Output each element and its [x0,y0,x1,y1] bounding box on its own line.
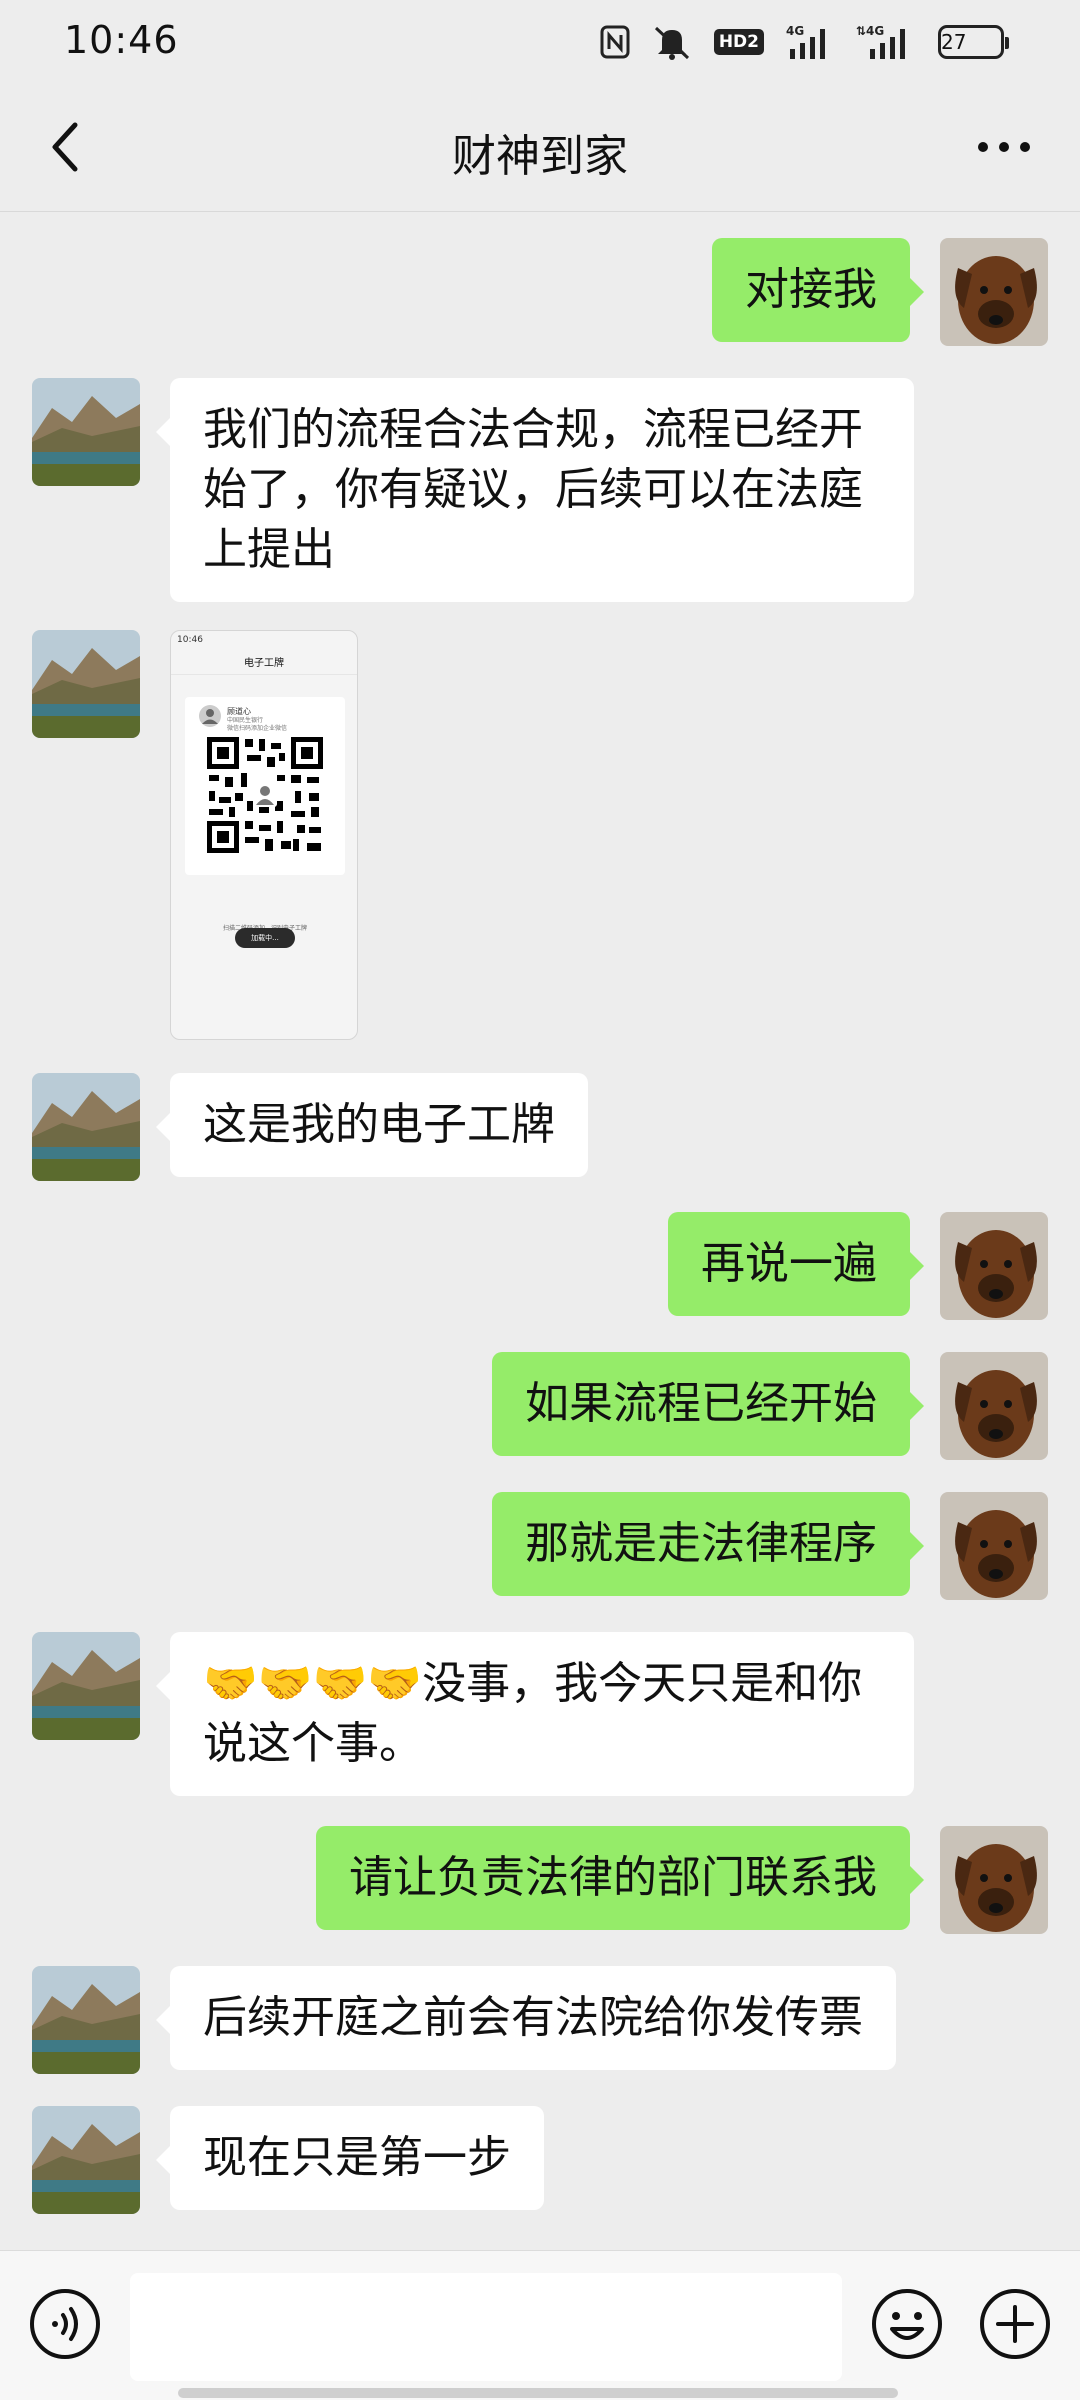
home-indicator[interactable] [178,2388,898,2398]
mute-icon [652,24,692,60]
status-bar: 10:46 HD2 4G ⇅4G 27 [0,0,1080,82]
message-bubble-incoming[interactable]: 这是我的电子工牌 [156,1073,588,1177]
contact-avatar[interactable] [32,630,140,738]
image-status-time: 10:46 [177,635,203,645]
contact-avatar[interactable] [32,1073,140,1181]
voice-button[interactable] [28,2287,102,2361]
message-bubble-outgoing[interactable]: 请让负责法律的部门联系我 [316,1826,924,1930]
my-avatar[interactable] [940,1352,1048,1460]
message-bubble-outgoing[interactable]: 对接我 [712,238,924,342]
battery-icon: 27 [938,25,1009,59]
message-bubble-incoming[interactable]: 🤝🤝🤝🤝没事，我今天只是和你说这个事。 [156,1632,914,1796]
svg-text:⇅4G: ⇅4G [856,24,884,38]
status-time: 10:46 [64,18,179,62]
image-message[interactable]: 10:46 电子工牌 顾道心 中国民生银行 微信扫码添加企业微信 扫描二维码添加… [170,630,358,1040]
message-bubble-incoming[interactable]: 现在只是第一步 [156,2106,544,2210]
message-input[interactable] [130,2273,842,2381]
contact-avatar[interactable] [32,378,140,486]
my-avatar[interactable] [940,1212,1048,1320]
message-bubble-incoming[interactable]: 我们的流程合法合规，流程已经开始了，你有疑议，后续可以在法庭上提出 [156,378,914,602]
my-avatar[interactable] [940,1826,1048,1934]
profile-icon [199,705,221,727]
chat-header: 财神到家 [0,82,1080,212]
status-icons: HD2 4G ⇅4G 27 [600,20,1009,64]
chat-title: 财神到家 [452,131,628,182]
signal-1-icon: 4G [786,23,834,61]
message-bubble-incoming[interactable]: 后续开庭之前会有法院给你发传票 [156,1966,896,2070]
more-dots-icon [978,142,1030,152]
emoji-button[interactable] [870,2287,944,2361]
hd-badge: HD2 [713,29,764,55]
svg-text:4G: 4G [786,24,804,38]
badge-org: 中国民生银行 [227,717,264,724]
emoji-icon [872,2289,942,2359]
my-avatar[interactable] [940,1492,1048,1600]
contact-avatar[interactable] [32,2106,140,2214]
plus-icon [980,2289,1050,2359]
badge-subtitle: 微信扫码添加企业微信 [227,725,288,732]
badge-card: 顾道心 中国民生银行 微信扫码添加企业微信 扫描二维码添加，识别电子工牌 [185,697,345,932]
plus-button[interactable] [978,2287,1052,2361]
input-bar [0,2250,1080,2400]
qr-code-icon [205,735,325,855]
message-bubble-outgoing[interactable]: 如果流程已经开始 [492,1352,924,1456]
image-title: 电子工牌 [244,658,284,669]
nfc-icon [600,25,630,59]
signal-2-icon: ⇅4G [856,23,916,61]
voice-icon [30,2289,100,2359]
my-avatar[interactable] [940,238,1048,346]
message-bubble-outgoing[interactable]: 那就是走法律程序 [492,1492,924,1596]
contact-avatar[interactable] [32,1966,140,2074]
badge-name: 顾道心 [227,707,251,716]
loading-pill: 加载中... [235,928,295,948]
more-button[interactable] [964,112,1044,182]
message-bubble-outgoing[interactable]: 再说一遍 [668,1212,924,1316]
image-top-bar: 电子工牌 [171,645,357,675]
contact-avatar[interactable] [32,1632,140,1740]
